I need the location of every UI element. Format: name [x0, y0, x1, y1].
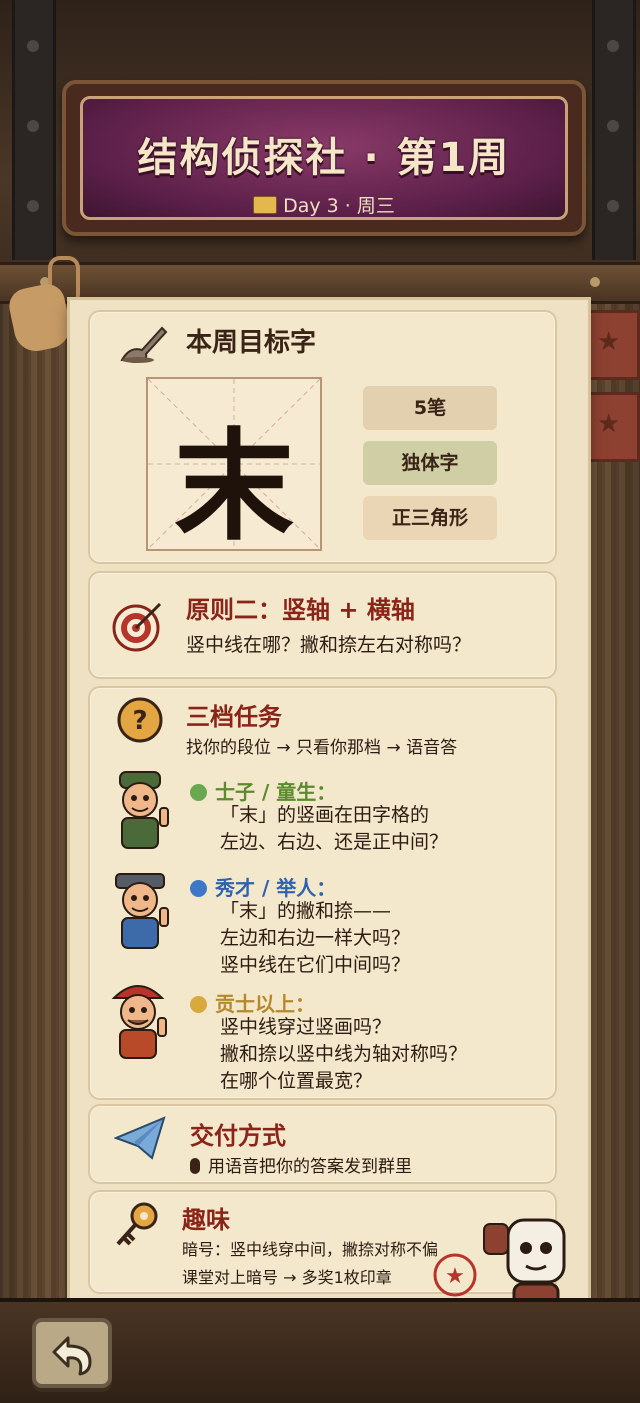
tier3-line2: 撇和捺以竖中线为轴对称吗？: [220, 1043, 468, 1065]
avatar-tier1: [119, 771, 169, 849]
target-heading: 本周目标字: [186, 328, 317, 358]
tier3-label-text: 贡士以上：: [215, 992, 315, 1016]
avatar-tier2: [115, 873, 169, 949]
structure-tag: 独体字: [363, 441, 497, 485]
tier1-label-text: 士子 / 童生：: [215, 780, 337, 804]
avatar-tier3: [111, 985, 167, 1059]
fun-line2: 课堂对上暗号 → 多奖1枚印章: [182, 1268, 392, 1287]
tier1-label: 士子 / 童生：: [190, 776, 336, 805]
svg-text:?: ?: [132, 706, 147, 736]
tier2-dot: [190, 880, 207, 897]
tianzi-grid: 末: [146, 377, 322, 557]
page-title: 结构侦探社 · 第1周: [137, 135, 511, 181]
day-text: Day 3 · 周三: [283, 195, 395, 217]
book-icon: [253, 196, 278, 214]
left-strap: [12, 0, 56, 260]
key-icon: [116, 1202, 158, 1246]
delivery-line: 用语音把你的答案发到群里: [190, 1152, 412, 1177]
side-tab-star[interactable]: ★: [582, 310, 640, 380]
tier2-label: 秀才 / 举人：: [190, 872, 336, 901]
tier1-line2: 左边、右边、还是正中间？: [220, 831, 449, 853]
tier1-text: 「末」的竖画在田字格的 左边、右边、还是正中间？: [220, 802, 448, 856]
tier2-label-text: 秀才 / 举人：: [215, 876, 337, 900]
delivery-heading: 交付方式: [190, 1122, 286, 1150]
side-tab-star-2[interactable]: ★: [582, 392, 640, 462]
tier3-text: 竖中线穿过竖画吗？ 撇和捺以竖中线为轴对称吗？ 在哪个位置最宽？: [220, 1014, 467, 1095]
tier2-line3: 竖中线在它们中间吗？: [220, 954, 411, 976]
back-button[interactable]: [32, 1318, 112, 1388]
tasks-intro: 找你的段位 → 只看你那档 → 语音答: [186, 738, 458, 758]
shape-tag: 正三角形: [363, 496, 497, 540]
tier1-dot: [190, 784, 207, 801]
day-label: Day 3 · 周三: [83, 191, 565, 218]
tier3-dot: [190, 996, 207, 1013]
tier2-line2: 左边和右边一样大吗？: [220, 927, 411, 949]
star-icon: ★: [597, 327, 621, 357]
wood-rail: [0, 262, 640, 304]
fun-line1: 暗号：竖中线穿中间，撇捺对称不偏: [182, 1240, 439, 1259]
stroke-count-tag: 5笔: [363, 386, 497, 430]
tasks-heading: 三档任务: [186, 703, 282, 731]
tier2-text: 「末」的撇和捺—— 左边和右边一样大吗？ 竖中线在它们中间吗？: [220, 898, 410, 979]
principle-heading: 原则二：竖轴 + 横轴: [186, 596, 415, 624]
principle-text: 竖中线在哪？撇和捺左右对称吗？: [186, 634, 472, 656]
brush-icon: [120, 326, 168, 364]
delivery-text: 用语音把你的答案发到群里: [208, 1157, 412, 1177]
fun-heading: 趣味: [182, 1206, 230, 1234]
right-strap: [592, 0, 636, 260]
tier3-label: 贡士以上：: [190, 988, 315, 1017]
target-icon: [112, 602, 162, 652]
microphone-icon: [190, 1158, 200, 1174]
question-icon: ?: [117, 697, 163, 743]
tier3-line1: 竖中线穿过竖画吗？: [220, 1016, 392, 1038]
svg-text:★: ★: [445, 1264, 465, 1289]
tier3-line3: 在哪个位置最宽？: [220, 1070, 373, 1092]
back-arrow-icon: [52, 1336, 92, 1376]
paper-plane-icon: [114, 1116, 166, 1160]
title-sign: 结构侦探社 · 第1周 Day 3 · 周三: [62, 80, 586, 236]
target-character: 末: [174, 416, 294, 557]
tier2-line1: 「末」的撇和捺——: [220, 900, 392, 922]
tier1-line1: 「末」的竖画在田字格的: [220, 804, 430, 826]
star-stamp-icon: ★: [433, 1253, 477, 1297]
star-icon: ★: [597, 409, 621, 439]
